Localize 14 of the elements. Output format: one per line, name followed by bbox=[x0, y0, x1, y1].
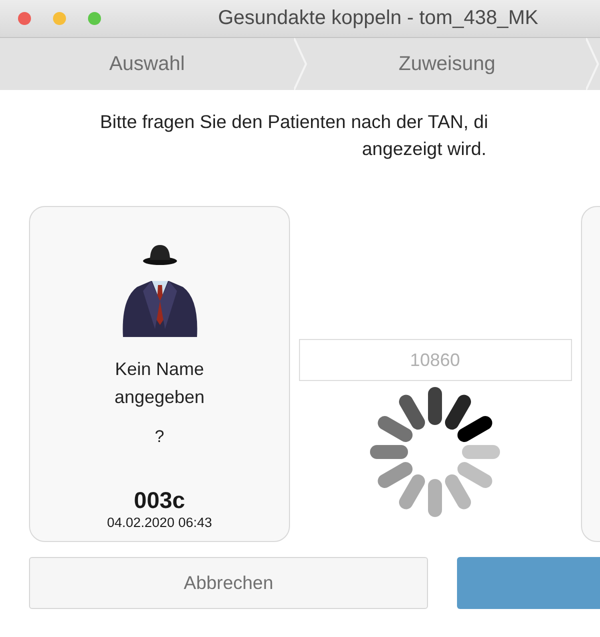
patient-name: Kein Name angegeben bbox=[113, 358, 206, 409]
step-tab[interactable]: Zuweisung bbox=[308, 52, 586, 76]
cancel-button[interactable]: Abbrechen bbox=[29, 557, 428, 609]
confirm-button[interactable] bbox=[457, 557, 600, 609]
step-tab[interactable]: Auswahl bbox=[0, 52, 294, 76]
minimize-button[interactable] bbox=[53, 12, 66, 25]
zoom-button[interactable] bbox=[88, 12, 101, 25]
instruction-text: Bitte fragen Sie den Patienten nach der TAN, di angezeigt wird. bbox=[99, 110, 490, 161]
patient-code: 003c bbox=[134, 487, 186, 514]
close-button[interactable] bbox=[18, 12, 31, 25]
chevron-divider-icon bbox=[294, 38, 308, 90]
window-title: Gesundakte koppeln - tom_438_MK bbox=[218, 7, 538, 30]
patient-detail: ? bbox=[154, 427, 164, 447]
patient-date: 04.02.2020 06:43 bbox=[106, 515, 212, 530]
